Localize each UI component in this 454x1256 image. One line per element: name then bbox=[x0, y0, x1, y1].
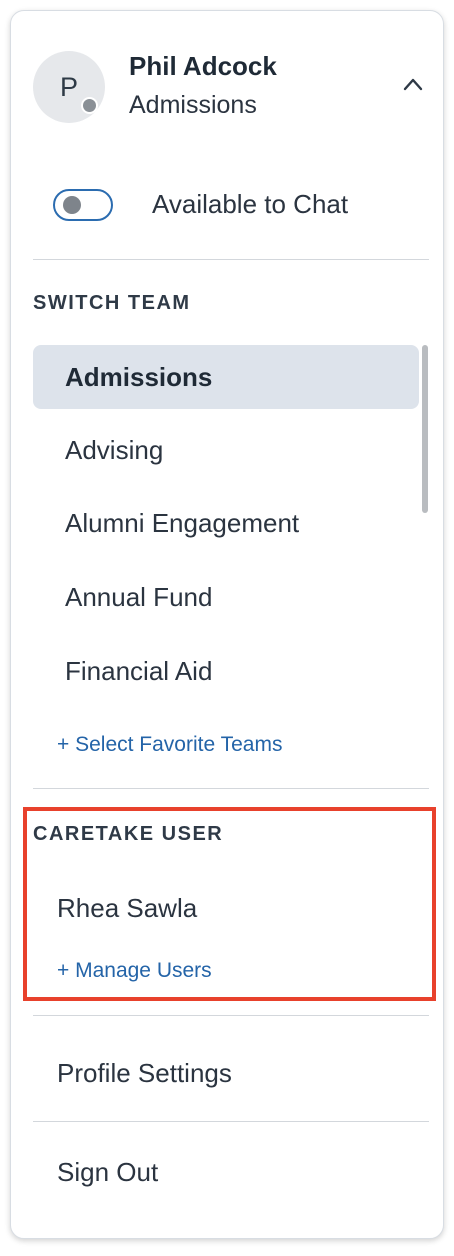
manage-users-link[interactable]: + Manage Users bbox=[57, 959, 212, 983]
divider bbox=[33, 788, 429, 789]
team-item-admissions[interactable]: Admissions bbox=[33, 345, 419, 409]
avatar-initial: P bbox=[59, 71, 78, 102]
presence-status-dot bbox=[81, 97, 98, 114]
divider bbox=[33, 1015, 429, 1016]
caretake-user-item[interactable]: Rhea Sawla bbox=[57, 893, 197, 924]
team-item-label: Admissions bbox=[65, 361, 213, 392]
divider bbox=[33, 259, 429, 260]
team-item-label: Annual Fund bbox=[65, 581, 213, 612]
team-item-annual-fund[interactable]: Annual Fund bbox=[33, 565, 419, 629]
available-to-chat-toggle[interactable] bbox=[53, 189, 113, 221]
team-item-alumni-engagement[interactable]: Alumni Engagement bbox=[33, 491, 419, 555]
user-name: Phil Adcock bbox=[129, 51, 277, 81]
user-menu-panel: P Phil Adcock Admissions Available to Ch… bbox=[10, 10, 444, 1239]
divider bbox=[33, 1121, 429, 1122]
select-favorite-teams-link[interactable]: + Select Favorite Teams bbox=[57, 733, 282, 757]
team-item-advising[interactable]: Advising bbox=[33, 418, 419, 482]
team-item-label: Advising bbox=[65, 434, 164, 465]
toggle-knob bbox=[63, 196, 81, 214]
team-item-label: Financial Aid bbox=[65, 655, 213, 686]
team-item-label: Alumni Engagement bbox=[65, 507, 300, 538]
team-item-financial-aid[interactable]: Financial Aid bbox=[33, 639, 419, 703]
current-team: Admissions bbox=[129, 91, 257, 119]
team-list-scrollbar[interactable] bbox=[422, 345, 428, 513]
available-to-chat-label: Available to Chat bbox=[152, 189, 349, 219]
caretake-user-heading: CARETAKE USER bbox=[33, 823, 224, 845]
switch-team-heading: SWITCH TEAM bbox=[33, 292, 191, 314]
chevron-up-icon[interactable] bbox=[403, 77, 423, 91]
profile-settings-menu-item[interactable]: Profile Settings bbox=[57, 1058, 232, 1089]
sign-out-menu-item[interactable]: Sign Out bbox=[57, 1157, 158, 1188]
